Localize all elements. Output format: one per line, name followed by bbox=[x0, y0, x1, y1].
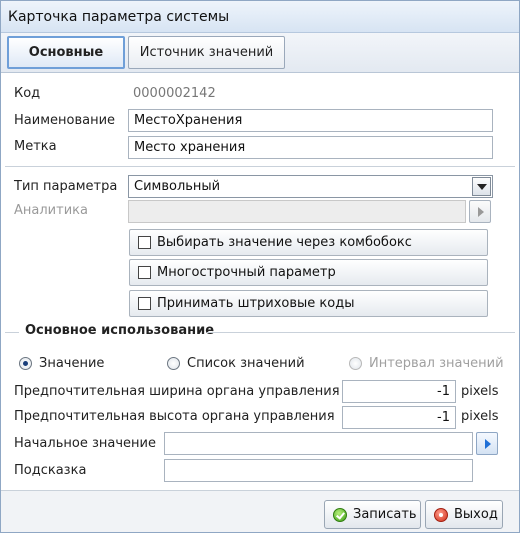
tag-label: Метка bbox=[14, 139, 57, 154]
preferred-width-label: Предпочтительная ширина органа управлени… bbox=[14, 384, 340, 399]
param-type-label: Тип параметра bbox=[14, 179, 118, 194]
param-type-value: Символьный bbox=[134, 179, 221, 194]
analytics-input[interactable] bbox=[128, 200, 466, 223]
checkbox-label: Принимать штриховые коды bbox=[157, 296, 355, 311]
initial-value-select-button[interactable] bbox=[476, 432, 498, 455]
checkbox-box bbox=[138, 297, 151, 310]
checkbox-box bbox=[138, 236, 151, 249]
radio-dot bbox=[167, 357, 180, 370]
hint-input[interactable] bbox=[164, 459, 473, 482]
exit-button-label: Выход bbox=[454, 507, 498, 522]
separator bbox=[5, 166, 515, 167]
multiline-checkbox[interactable]: Многострочный параметр bbox=[129, 259, 488, 286]
save-button-label: Записать bbox=[353, 507, 417, 522]
title-bar: Карточка параметра системы bbox=[1, 1, 519, 33]
preferred-height-unit: pixels bbox=[461, 409, 499, 424]
exit-button[interactable]: Выход bbox=[425, 500, 503, 529]
code-value: 0000002142 bbox=[133, 86, 216, 101]
tab-bar: Основные Источник значений bbox=[1, 33, 519, 73]
checkbox-label: Многострочный параметр bbox=[157, 265, 336, 280]
tab-main[interactable]: Основные bbox=[7, 36, 125, 69]
param-type-select[interactable]: Символьный bbox=[128, 175, 493, 198]
radio-label: Список значений bbox=[187, 356, 305, 371]
tab-value-source[interactable]: Источник значений bbox=[128, 36, 285, 69]
arrow-right-icon bbox=[485, 439, 491, 449]
arrow-right-icon bbox=[478, 207, 484, 217]
radio-dot bbox=[349, 357, 362, 370]
save-button[interactable]: Записать bbox=[324, 500, 421, 529]
hint-label: Подсказка bbox=[14, 463, 87, 478]
code-label: Код bbox=[14, 86, 41, 101]
preferred-width-unit: pixels bbox=[461, 384, 499, 399]
barcode-checkbox[interactable]: Принимать штриховые коды bbox=[129, 290, 488, 317]
exit-icon bbox=[434, 508, 448, 522]
checkbox-label: Выбирать значение через комбобокс bbox=[157, 235, 412, 250]
parameter-card-window: Карточка параметра системы Основные Исто… bbox=[0, 0, 520, 533]
checkbox-box bbox=[138, 266, 151, 279]
window-title: Карточка параметра системы bbox=[8, 9, 230, 25]
initial-value-input[interactable] bbox=[164, 432, 473, 455]
name-input[interactable] bbox=[128, 109, 493, 132]
radio-label: Интервал значений bbox=[369, 356, 504, 371]
preferred-height-input[interactable] bbox=[342, 406, 456, 429]
preferred-height-label: Предпочтительная высота органа управлени… bbox=[14, 409, 335, 424]
main-usage-title: Основное использование bbox=[25, 323, 215, 338]
radio-label: Значение bbox=[39, 356, 105, 371]
name-label: Наименование bbox=[14, 113, 116, 128]
initial-value-label: Начальное значение bbox=[14, 436, 156, 451]
combobox-select-checkbox[interactable]: Выбирать значение через комбобокс bbox=[129, 229, 488, 256]
analytics-select-button[interactable] bbox=[469, 200, 491, 223]
footer-bar: Записать Выход bbox=[1, 490, 519, 532]
checkmark-icon bbox=[333, 508, 347, 522]
chevron-down-icon bbox=[477, 184, 487, 190]
section-line-left bbox=[5, 332, 19, 333]
dropdown-button[interactable] bbox=[472, 177, 491, 196]
analytics-label: Аналитика bbox=[14, 203, 88, 218]
section-line-right bbox=[207, 332, 515, 333]
radio-dot bbox=[19, 357, 32, 370]
tag-input[interactable] bbox=[128, 136, 493, 159]
preferred-width-input[interactable] bbox=[342, 380, 456, 403]
